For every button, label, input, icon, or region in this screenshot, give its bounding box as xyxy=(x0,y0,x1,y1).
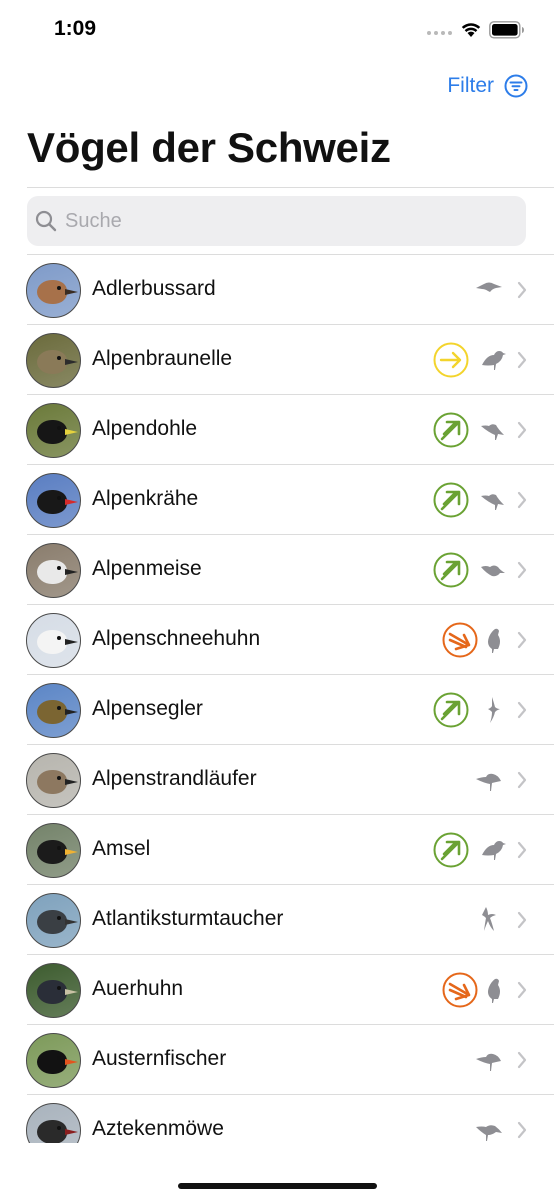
bird-photo xyxy=(26,963,81,1018)
songbird-silhouette-icon xyxy=(482,841,506,860)
bird-list-item[interactable]: Auerhuhn xyxy=(0,955,554,1025)
bird-name: Adlerbussard xyxy=(92,277,216,300)
chevron-right-icon xyxy=(517,631,527,649)
bird-list: Adlerbussard Alpenbraunelle Alpendohle Alpe… xyxy=(0,255,554,1143)
gull-silhouette-icon xyxy=(476,1125,502,1141)
bird-name: Atlantiksturmtaucher xyxy=(92,907,284,930)
bird-photo xyxy=(26,473,81,528)
bird-name: Auerhuhn xyxy=(92,977,184,1000)
bird-list-item[interactable]: Alpenbraunelle xyxy=(0,325,554,395)
crow-silhouette-icon xyxy=(481,494,504,510)
status-arrow-orange-icon xyxy=(442,622,478,658)
bird-list-item[interactable]: Austernfischer xyxy=(0,1025,554,1095)
status-arrow-green-icon xyxy=(433,692,469,728)
status-arrow-green-icon xyxy=(433,552,469,588)
chevron-right-icon xyxy=(517,421,527,439)
bird-name: Aztekenmöwe xyxy=(92,1117,224,1140)
chevron-right-icon xyxy=(517,491,527,509)
bird-photo xyxy=(26,893,81,948)
bird-list-item[interactable]: Alpenkrähe xyxy=(0,465,554,535)
cellular-signal-icon xyxy=(427,31,452,35)
bird-list-item[interactable]: Aztekenmöwe xyxy=(0,1095,554,1143)
bird-photo xyxy=(26,263,81,318)
bird-photo xyxy=(26,1033,81,1088)
bird-list-item[interactable]: Amsel xyxy=(0,815,554,885)
status-arrow-green-icon xyxy=(433,482,469,518)
raptor-silhouette-icon xyxy=(476,282,502,292)
search-input[interactable] xyxy=(65,209,485,233)
bird-list-item[interactable]: Alpenstrandläufer xyxy=(0,745,554,815)
bird-photo xyxy=(26,823,81,878)
divider xyxy=(27,187,554,188)
home-indicator xyxy=(178,1183,377,1189)
status-time: 1:09 xyxy=(54,17,97,40)
filter-button[interactable]: Filter xyxy=(447,74,528,98)
chevron-right-icon xyxy=(517,351,527,369)
songbird-silhouette-icon xyxy=(482,351,506,370)
bird-name: Alpensegler xyxy=(92,697,203,720)
bird-photo xyxy=(26,1103,81,1143)
seabird-silhouette-icon xyxy=(482,907,496,931)
chevron-right-icon xyxy=(517,911,527,929)
bird-photo xyxy=(26,683,81,738)
status-arrow-green-icon xyxy=(433,412,469,448)
wader-silhouette-icon xyxy=(476,1053,501,1071)
battery-icon xyxy=(489,21,524,39)
chevron-right-icon xyxy=(517,981,527,999)
bird-list-item[interactable]: Alpendohle xyxy=(0,395,554,465)
bird-name: Austernfischer xyxy=(92,1047,227,1070)
chevron-right-icon xyxy=(517,281,527,299)
bird-list-item[interactable]: Alpensegler xyxy=(0,675,554,745)
bird-photo xyxy=(26,543,81,598)
crow-silhouette-icon xyxy=(481,424,504,440)
bird-name: Alpenstrandläufer xyxy=(92,767,257,790)
chevron-right-icon xyxy=(517,561,527,579)
wader-silhouette-icon xyxy=(476,773,501,791)
filter-icon xyxy=(504,74,528,98)
wifi-icon xyxy=(461,23,481,37)
chevron-right-icon xyxy=(517,841,527,859)
status-arrow-orange-icon xyxy=(442,972,478,1008)
bird-list-item[interactable]: Adlerbussard xyxy=(0,255,554,325)
bird-list-item[interactable]: Atlantiksturmtaucher xyxy=(0,885,554,955)
bird-name: Alpenbraunelle xyxy=(92,347,233,370)
chevron-right-icon xyxy=(517,1121,527,1139)
bird-name: Alpendohle xyxy=(92,417,198,440)
filter-label: Filter xyxy=(447,74,494,97)
status-bar: 1:09 xyxy=(0,0,554,60)
bird-name: Alpenkrähe xyxy=(92,487,199,510)
search-bar[interactable] xyxy=(27,196,526,246)
bird-name: Amsel xyxy=(92,837,151,860)
grouse-silhouette-icon xyxy=(488,978,500,1003)
bird-name: Alpenmeise xyxy=(92,557,202,580)
bird-name: Alpenschneehuhn xyxy=(92,627,261,650)
search-icon xyxy=(35,210,57,232)
status-arrow-yellow-icon xyxy=(433,342,469,378)
swift-silhouette-icon xyxy=(488,697,500,723)
bird-photo xyxy=(26,613,81,668)
chevron-right-icon xyxy=(517,701,527,719)
bird-photo xyxy=(26,403,81,458)
grouse-silhouette-icon xyxy=(488,628,500,653)
bird-photo xyxy=(26,333,81,388)
status-arrow-green-icon xyxy=(433,832,469,868)
bird-list-item[interactable]: Alpenschneehuhn xyxy=(0,605,554,675)
bird-photo xyxy=(26,753,81,808)
bird-list-item[interactable]: Alpenmeise xyxy=(0,535,554,605)
page-title: Vögel der Schweiz xyxy=(27,124,391,171)
chevron-right-icon xyxy=(517,771,527,789)
small-bird-silhouette-icon xyxy=(481,565,505,577)
chevron-right-icon xyxy=(517,1051,527,1069)
